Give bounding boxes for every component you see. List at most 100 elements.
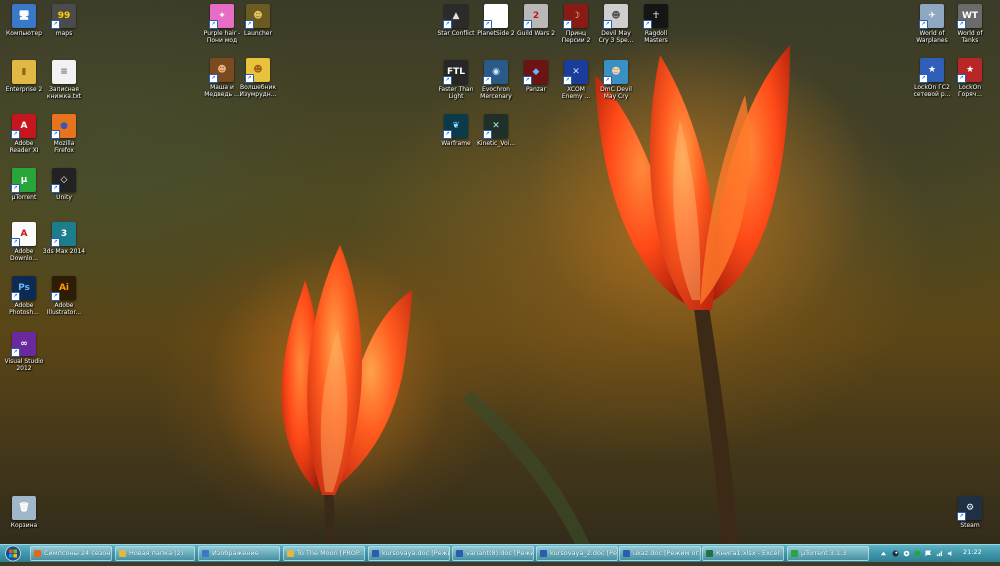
taskbar-button-label: µTorrent 3.1.3 (801, 549, 847, 557)
taskbar-button[interactable]: Изображение (198, 546, 280, 561)
shortcut-arrow-icon: ↗ (443, 76, 452, 85)
gear-tray-icon[interactable] (903, 550, 910, 557)
desktop-icon-firefox[interactable]: ● ↗ Mozilla Firefox (44, 114, 84, 154)
desktop-icon-label: Корзина (10, 522, 38, 529)
desktop-icon-label: Unity (56, 194, 72, 201)
desktop-icon-notepad[interactable]: ≡ Записная книжка.txt (44, 60, 84, 100)
desktop-icon-illustrator[interactable]: Ai ↗ Adobe Illustrator... (44, 276, 84, 316)
desktop-icon-kinetic[interactable]: ✕ ↗ Kinetic_Voi... (476, 114, 516, 147)
desktop-icon-lockon-hot[interactable]: ★ ↗ LockOn Горяч... (950, 58, 990, 98)
shortcut-arrow-icon: ↗ (563, 76, 572, 85)
shortcut-arrow-icon: ↗ (523, 76, 532, 85)
desktop[interactable]: 🖥 Компьютер 99 ↗ maps ▮ Enterprise 2 ≡ Записная … (0, 0, 1000, 544)
taskbar-button[interactable]: To The Moon [PROP... (283, 546, 365, 561)
desktop-icon-ragdoll[interactable]: ☥ ↗ Ragdoll Masters (636, 4, 676, 44)
taskbar-button-label: Симпсоны 24 сезон... (44, 549, 112, 557)
taskbar-button[interactable]: kursovaya_2.doc [Ре... (536, 546, 618, 561)
computer-icon: 🖥 (12, 4, 36, 28)
desktop-icon-wizard[interactable]: ☻ ↗ Волшебник Изумрудн... (238, 58, 278, 98)
app-icon (706, 550, 713, 557)
shortcut-arrow-icon: ↗ (603, 76, 612, 85)
shortcut-arrow-icon: ↗ (957, 74, 966, 83)
desktop-icon-label: Adobe Illustrator... (46, 302, 82, 316)
taskbar-button[interactable]: ukaz.doc [Режим ог... (619, 546, 701, 561)
enterprise-icon: ▮ (12, 60, 36, 84)
notepad-icon: ≡ (52, 60, 76, 84)
desktop-icon-label: Mozilla Firefox (53, 140, 75, 154)
shortcut-arrow-icon: ↗ (51, 292, 60, 301)
desktop-icon-steam[interactable]: ⚙ ↗ Steam (950, 496, 990, 529)
desktop-icon-world-of-tanks[interactable]: WT ↗ World of Tanks (950, 4, 990, 44)
shortcut-arrow-icon: ↗ (51, 20, 60, 29)
shortcut-arrow-icon: ↗ (51, 184, 60, 193)
taskbar-button[interactable]: Новая папка (2) (115, 546, 195, 561)
utorrent-icon: µ ↗ (11, 168, 36, 193)
utorrent-tray-icon[interactable] (914, 550, 921, 557)
taskbar-button-label: Изображение (212, 549, 259, 557)
panzar-icon: ◆ ↗ (523, 60, 548, 85)
desktop-icon-label: maps (55, 30, 73, 37)
shortcut-arrow-icon: ↗ (209, 20, 218, 29)
taskbar: Симпсоны 24 сезон... Новая папка (2) Изобр… (0, 544, 1000, 562)
adobe-reader-icon: A ↗ (11, 114, 36, 139)
ftl-icon: FTL ↗ (443, 60, 468, 85)
world-of-tanks-icon: WT ↗ (957, 4, 982, 29)
app-icon (34, 550, 41, 557)
desktop-icon-label: Steam (960, 522, 980, 529)
adobe-download-icon: A ↗ (11, 222, 36, 247)
desktop-icon-recycle-bin[interactable]: 🗑 Корзина (4, 496, 44, 529)
network-icon[interactable] (936, 550, 943, 557)
desktop-icon-visual-studio[interactable]: ∞ ↗ Visual Studio 2012 (4, 332, 44, 372)
illustrator-icon: Ai ↗ (51, 276, 76, 301)
visual-studio-icon: ∞ ↗ (11, 332, 36, 357)
flag-icon[interactable] (925, 550, 932, 557)
desktop-icon-label: Записная книжка.txt (46, 86, 82, 100)
desktop-icon-label: Волшебник Изумрудн... (239, 84, 277, 98)
ragdoll-icon: ☥ ↗ (643, 4, 668, 29)
shortcut-arrow-icon: ↗ (523, 20, 532, 29)
shortcut-arrow-icon: ↗ (51, 238, 60, 247)
desktop-icon-purple-hair[interactable]: ✦ ↗ Purple hair - Пони мод (202, 4, 242, 44)
desktop-icon-label: DmC Devil May Cry (600, 86, 632, 100)
start-button[interactable] (3, 545, 23, 562)
shortcut-arrow-icon: ↗ (11, 130, 20, 139)
volume-icon[interactable] (947, 550, 954, 557)
taskbar-button-label: Книга1.xlsx - Excel (716, 549, 780, 557)
app-icon (372, 550, 379, 557)
desktop-icon-launcher[interactable]: ☻ ↗ Launcher (238, 4, 278, 37)
warframe-icon: ❦ ↗ (443, 114, 468, 139)
unity-icon: ◇ ↗ (51, 168, 76, 193)
taskbar-button[interactable]: variant(8).doc [Режи... (452, 546, 534, 561)
3dsmax-icon: 3 ↗ (51, 222, 76, 247)
shortcut-arrow-icon: ↗ (443, 20, 452, 29)
shortcut-arrow-icon: ↗ (483, 20, 492, 29)
steam-tray-icon[interactable] (892, 550, 899, 557)
desktop-icon-evochron[interactable]: ◉ ↗ Evochron Mercenary (476, 60, 516, 100)
desktop-icon-unity[interactable]: ◇ ↗ Unity (44, 168, 84, 201)
taskbar-button-label: Новая папка (2) (129, 549, 184, 557)
clock[interactable]: 21:22 (963, 548, 982, 556)
shortcut-arrow-icon: ↗ (11, 348, 20, 357)
shortcut-arrow-icon: ↗ (919, 74, 928, 83)
shortcut-arrow-icon: ↗ (643, 20, 652, 29)
desktop-icon-dmc[interactable]: ☻ ↗ DmC Devil May Cry (596, 60, 636, 100)
taskbar-button[interactable]: Симпсоны 24 сезон... (30, 546, 112, 561)
desktop-icon-adobe-download[interactable]: A ↗ Adobe Downlo... (4, 222, 44, 262)
taskbar-button[interactable]: Книга1.xlsx - Excel (702, 546, 784, 561)
shortcut-arrow-icon: ↗ (245, 74, 254, 83)
app-icon (623, 550, 630, 557)
desktop-icon-label: LockOn Горяч... (957, 84, 982, 98)
show-hidden-icons-icon[interactable] (880, 550, 887, 557)
world-of-warplanes-icon: ✈ ↗ (919, 4, 944, 29)
desktop-icon-maps[interactable]: 99 ↗ maps (44, 4, 84, 37)
app-icon (119, 550, 126, 557)
shortcut-arrow-icon: ↗ (245, 20, 254, 29)
desktop-icon-3dsmax[interactable]: 3 ↗ 3ds Max 2014 (43, 222, 85, 255)
taskbar-button[interactable]: kursovaya.doc [Режи... (368, 546, 450, 561)
taskbar-button[interactable]: µTorrent 3.1.3 (787, 546, 869, 561)
desktop-icon-label: Ragdoll Masters (644, 30, 668, 44)
masha-icon: ☻ ↗ (209, 58, 234, 83)
app-icon (287, 550, 294, 557)
shortcut-arrow-icon: ↗ (957, 512, 966, 521)
devil-may-cry-3-icon: ☻ ↗ (603, 4, 628, 29)
